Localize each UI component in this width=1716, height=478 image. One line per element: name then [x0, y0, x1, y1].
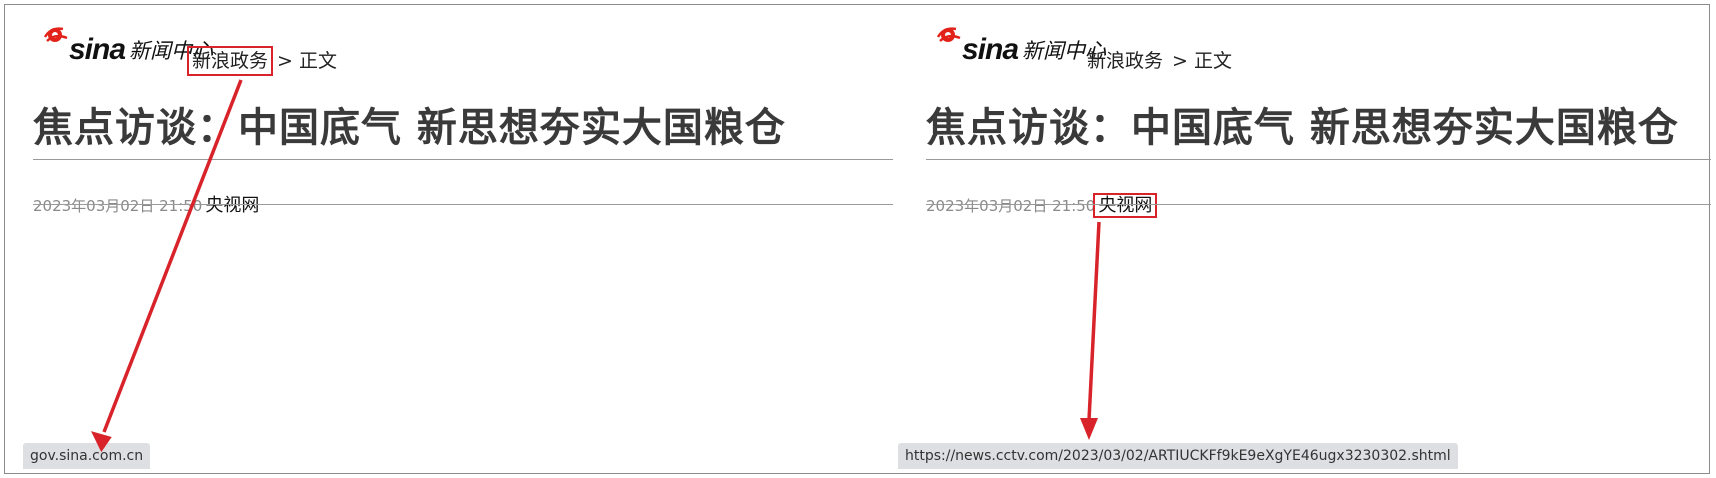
breadcrumb: 新浪政务 > 正文: [1084, 48, 1232, 74]
breadcrumb-current: 正文: [298, 50, 337, 72]
article-headline: 焦点访谈：中国底气 新思想夯实大国粮仓: [33, 105, 786, 151]
article-headline: 焦点访谈：中国底气 新思想夯实大国粮仓: [926, 105, 1679, 151]
breadcrumb-separator: >: [277, 50, 293, 72]
source-link[interactable]: 央视网: [202, 195, 262, 216]
browser-pane-left: sina 新闻中心 新浪政务 > 正文 焦点访谈：中国底气 新思想夯实大国粮仓 20…: [5, 5, 898, 473]
meta-divider: [926, 204, 1711, 205]
publish-time: 2023年03月02日 21:50: [926, 197, 1096, 215]
breadcrumb-category-link[interactable]: 新浪政务: [186, 46, 274, 76]
breadcrumb-separator: >: [1172, 50, 1188, 72]
logo-wordmark: sina: [962, 33, 1019, 66]
source-link[interactable]: 央视网: [1093, 193, 1158, 218]
sina-logo[interactable]: sina 新闻中心: [33, 21, 213, 65]
publish-time: 2023年03月02日 21:50: [33, 197, 203, 215]
statusbar-url: https://news.cctv.com/2023/03/02/ARTIUCK…: [898, 443, 1458, 469]
sina-eye-icon: [936, 27, 961, 42]
statusbar-url: gov.sina.com.cn: [23, 443, 151, 469]
meta-divider: [33, 204, 893, 205]
article-meta: 2023年03月02日 21:50 央视网: [33, 193, 262, 219]
article-meta: 2023年03月02日 21:50 央视网: [926, 193, 1158, 219]
sina-eye-icon: [43, 27, 68, 42]
logo-wordmark: sina: [69, 33, 126, 66]
headline-divider: [33, 159, 893, 160]
screenshot-frame: sina 新闻中心 新浪政务 > 正文 焦点访谈：中国底气 新思想夯实大国粮仓 20…: [4, 4, 1711, 474]
headline-divider: [926, 159, 1711, 160]
sina-logo[interactable]: sina 新闻中心: [926, 21, 1106, 65]
breadcrumb-current: 正文: [1193, 50, 1232, 72]
browser-pane-right: sina 新闻中心 新浪政务 > 正文 焦点访谈：中国底气 新思想夯实大国粮仓 20…: [898, 5, 1711, 473]
breadcrumb-category-link[interactable]: 新浪政务: [1084, 48, 1166, 74]
breadcrumb: 新浪政务 > 正文: [186, 46, 337, 76]
